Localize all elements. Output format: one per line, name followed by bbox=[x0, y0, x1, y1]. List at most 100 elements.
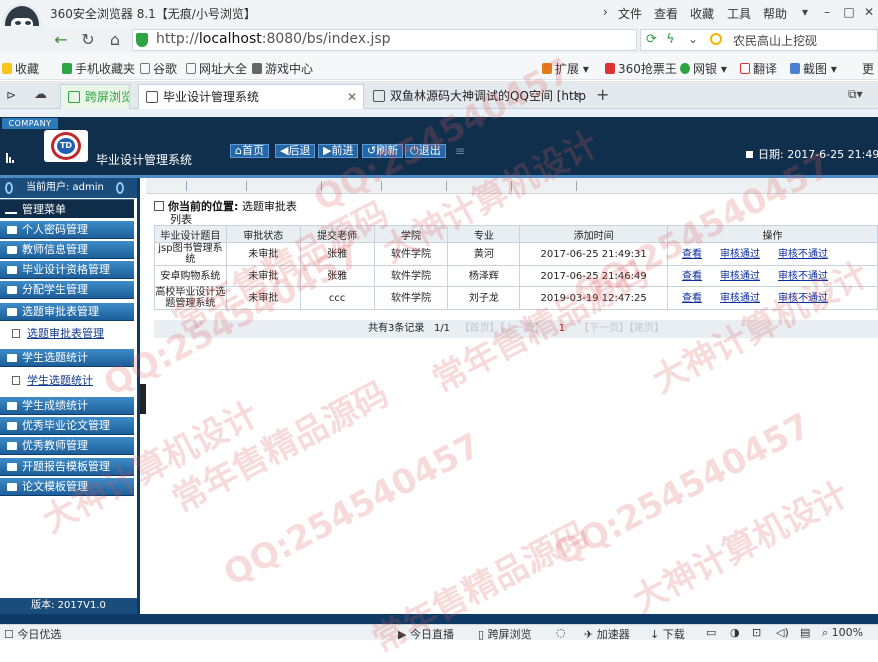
tab-cross-screen[interactable]: 跨屏浏览 bbox=[60, 84, 130, 109]
home-button[interactable]: ⌂首页 bbox=[230, 144, 269, 158]
bookmark-google[interactable]: 谷歌 bbox=[140, 60, 177, 77]
back-button[interactable]: ◀后退 bbox=[275, 144, 316, 158]
sound-icon[interactable]: ◁) bbox=[776, 626, 789, 639]
last-page-link[interactable]: 【尾页】 bbox=[629, 323, 664, 334]
close-icon[interactable]: ✕ bbox=[858, 3, 878, 21]
system-title: 毕业设计管理系统 bbox=[96, 153, 193, 167]
bookmark-favorites[interactable]: 收藏 bbox=[2, 60, 39, 77]
sidebar-item-proposal-templates[interactable]: 开题报告模板管理 bbox=[0, 458, 134, 476]
bookmark-tickets[interactable]: 360抢票王 bbox=[605, 60, 677, 77]
tab-graduation-system[interactable]: 毕业设计管理系统 ✕ bbox=[138, 84, 364, 109]
lightning-icon[interactable]: ϟ bbox=[666, 32, 675, 47]
sidebar-item-paper-templates[interactable]: 论文模板管理 bbox=[0, 478, 134, 496]
sidebar-item-excellent-papers[interactable]: 优秀毕业论文管理 bbox=[0, 417, 134, 435]
dropdown-icon[interactable]: ⌄ bbox=[688, 32, 698, 46]
sidebar-item-excellent-teachers[interactable]: 优秀教师管理 bbox=[0, 437, 134, 455]
cell-major: 黄河 bbox=[447, 242, 521, 266]
folder-icon bbox=[7, 463, 17, 471]
minimize-icon[interactable]: – bbox=[816, 3, 838, 21]
tab-qq-space[interactable]: 双鱼林源码大神调试的QQ空间 [http ✕ bbox=[366, 84, 588, 109]
cell-actions: 查看 审核通过 审核不通过 bbox=[667, 265, 878, 287]
page-icon bbox=[154, 201, 164, 211]
zoom-level[interactable]: ⌕ 100% bbox=[822, 626, 863, 640]
next-page-link[interactable]: 【下一页】 bbox=[579, 323, 629, 334]
cloud-icon[interactable]: ☁ bbox=[34, 87, 47, 102]
bookmark-games[interactable]: 游戏中心 bbox=[252, 60, 313, 77]
reject-link[interactable]: 审核不通过 bbox=[778, 271, 828, 282]
translate-icon bbox=[740, 63, 750, 74]
main-content: 你当前的位置: 选题审批表 列表 毕业设计题目 审批状态 提交老师 学院 专业 … bbox=[146, 178, 878, 614]
bookmark-extensions[interactable]: 扩展 ▾ bbox=[542, 60, 589, 77]
refresh-button[interactable]: ↺刷新 bbox=[362, 144, 404, 158]
menu-tools[interactable]: 工具 bbox=[727, 5, 751, 22]
search-text[interactable]: 农民高山上挖砚 bbox=[733, 32, 817, 49]
sidebar-item-selection-stats[interactable]: 学生选题统计 bbox=[0, 349, 134, 367]
sidebar-item-approval[interactable]: 选题审批表管理 bbox=[0, 303, 134, 321]
chevron-right-icon[interactable]: › bbox=[603, 5, 608, 19]
bookmark-sites[interactable]: 网址大全 bbox=[186, 60, 247, 77]
bookmark-more[interactable]: 更 bbox=[862, 60, 874, 77]
bookmark-screenshot[interactable]: 截图 ▾ bbox=[790, 60, 837, 77]
shirt-icon[interactable]: ▾ bbox=[794, 3, 816, 21]
sidebar-item-teachers[interactable]: 教师信息管理 bbox=[0, 241, 134, 259]
sidebar-subitem-approval[interactable]: 选题审批表管理 bbox=[1, 323, 133, 344]
bookmarks-bar: 收藏 手机收藏夹 谷歌 网址大全 游戏中心 扩展 ▾ 360抢票王 网银 ▾ 翻… bbox=[0, 53, 878, 80]
menu-file[interactable]: 文件 bbox=[618, 5, 642, 22]
new-tab-icon[interactable]: + bbox=[596, 85, 609, 104]
sidebar-toggle-icon[interactable]: ⊳ bbox=[6, 88, 16, 102]
approve-link[interactable]: 审核通过 bbox=[720, 271, 760, 282]
cell-title: 高校毕业设计选题管理系统 bbox=[154, 286, 227, 310]
table-header-row: 毕业设计题目 审批状态 提交老师 学院 专业 添加时间 操作 bbox=[154, 225, 878, 243]
sidebar-subitem-selection-stats[interactable]: 学生选题统计 bbox=[1, 370, 133, 391]
cell-title: 安卓购物系统 bbox=[154, 265, 227, 287]
menu-favorites[interactable]: 收藏 bbox=[690, 5, 714, 22]
reject-link[interactable]: 审核不通过 bbox=[778, 249, 828, 260]
logout-button[interactable]: ⏻退出 bbox=[405, 144, 446, 158]
menu-help[interactable]: 帮助 bbox=[763, 5, 787, 22]
view-link[interactable]: 查看 bbox=[682, 293, 702, 304]
status-icon[interactable]: ◌ bbox=[556, 626, 566, 639]
page-count: 1/1 bbox=[433, 323, 451, 334]
folder-icon bbox=[7, 402, 17, 410]
approve-link[interactable]: 审核通过 bbox=[720, 249, 760, 260]
table-row: 高校毕业设计选题管理系统 未审批 ccc 软件学院 刘子龙 2019-03-19… bbox=[154, 286, 878, 310]
back-icon[interactable]: ← bbox=[50, 29, 72, 51]
cell-college: 软件学院 bbox=[373, 242, 449, 266]
approve-link[interactable]: 审核通过 bbox=[720, 293, 760, 304]
status-icon[interactable]: ▤ bbox=[800, 626, 810, 639]
folder-icon bbox=[7, 354, 17, 362]
url-text[interactable]: http://localhost:8080/bs/index.jsp bbox=[156, 31, 391, 47]
status-icon[interactable]: ⊡ bbox=[752, 626, 761, 639]
menu-view[interactable]: 查看 bbox=[654, 5, 678, 22]
forward-button[interactable]: ▶前进 bbox=[318, 144, 359, 158]
col-status: 审批状态 bbox=[225, 225, 301, 243]
tab-menu-icon[interactable]: ⧉▾ bbox=[848, 87, 863, 102]
bookmark-bank[interactable]: 网银 ▾ bbox=[680, 60, 727, 77]
reload-indicator-icon[interactable]: ⟳ bbox=[646, 32, 657, 47]
sidebar-item-qualification[interactable]: 毕业设计资格管理 bbox=[0, 261, 134, 279]
prev-page-link[interactable]: 【上一页】 bbox=[500, 323, 545, 334]
sidebar-item-assign-students[interactable]: 分配学生管理 bbox=[0, 281, 134, 299]
first-page-link[interactable]: 【首页】 bbox=[460, 323, 500, 334]
cell-major: 刘子龙 bbox=[447, 286, 521, 310]
reject-link[interactable]: 审核不通过 bbox=[778, 293, 828, 304]
view-link[interactable]: 查看 bbox=[682, 249, 702, 260]
view-link[interactable]: 查看 bbox=[682, 271, 702, 282]
maximize-icon[interactable]: □ bbox=[838, 3, 860, 21]
sidebar-item-grades[interactable]: 学生成绩统计 bbox=[0, 397, 134, 415]
status-icon[interactable]: ◑ bbox=[730, 626, 740, 639]
search-icon[interactable] bbox=[710, 33, 722, 45]
close-tab-icon[interactable]: ✕ bbox=[347, 85, 357, 109]
record-count: 共有3条记录 bbox=[368, 323, 425, 334]
bookmark-translate[interactable]: 翻译 bbox=[740, 60, 777, 77]
status-icon[interactable]: ▭ bbox=[706, 626, 716, 639]
folder-icon bbox=[7, 483, 17, 491]
folder-icon bbox=[7, 266, 17, 274]
home-icon[interactable]: ⌂ bbox=[104, 29, 126, 51]
security-shield-icon bbox=[136, 33, 148, 47]
cell-major: 杨泽辉 bbox=[447, 265, 521, 287]
refresh-icon[interactable]: ↻ bbox=[77, 29, 99, 51]
close-tab-icon[interactable]: ✕ bbox=[572, 84, 582, 108]
bookmark-mobile[interactable]: 手机收藏夹 bbox=[62, 60, 135, 77]
sidebar-item-password[interactable]: 个人密码管理 bbox=[0, 221, 134, 239]
